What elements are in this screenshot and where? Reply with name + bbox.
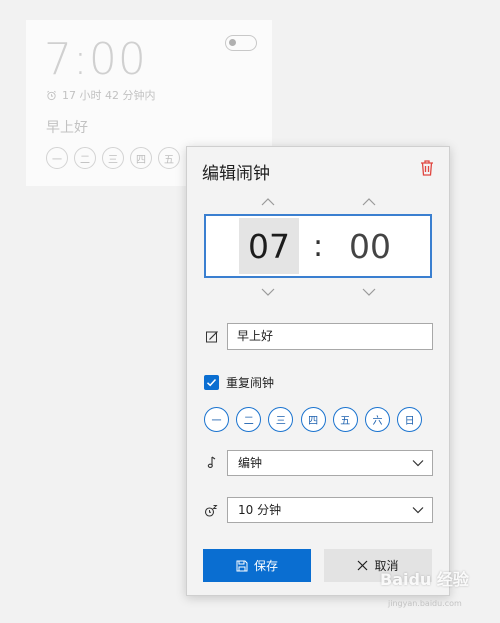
minute-down-arrow-icon[interactable] (361, 287, 377, 297)
time-picker[interactable]: 07 : 00 (204, 214, 432, 278)
sound-value: 编钟 (238, 456, 263, 470)
day-toggle-sun[interactable]: 日 (397, 407, 423, 432)
repeat-label: 重复闹钟 (226, 376, 275, 390)
watermark-url: jingyan.baidu.com (388, 599, 462, 608)
hour-down-arrow-icon[interactable] (260, 287, 276, 297)
chevron-down-icon (412, 507, 424, 514)
checkmark-icon (206, 378, 217, 387)
day-badge: 一 (46, 147, 68, 169)
alarm-toggle[interactable] (225, 35, 257, 51)
alarm-time: 7:00 (44, 34, 147, 85)
alarm-name-input[interactable]: 早上好 (227, 323, 433, 350)
edit-alarm-panel: 编辑闹钟 07 : 00 早上好 重复闹钟 一 二 三 四 五 六 日 编钟 1… (186, 146, 450, 596)
close-icon (358, 560, 368, 571)
countdown-text: 17 小时 42 分钟内 (62, 89, 156, 102)
delete-icon[interactable] (419, 159, 435, 177)
alarm-name: 早上好 (46, 120, 88, 136)
snooze-icon (204, 505, 218, 517)
day-badge: 二 (74, 147, 96, 169)
snooze-select[interactable]: 10 分钟 (227, 497, 433, 523)
time-separator: : (313, 228, 324, 264)
save-icon (236, 560, 248, 571)
alarm-clock-icon (47, 90, 56, 100)
save-button[interactable]: 保存 (203, 549, 311, 582)
day-badge: 五 (158, 147, 180, 169)
chevron-down-icon (412, 460, 424, 467)
watermark-logo: Baidu 经验 (380, 570, 469, 589)
save-label: 保存 (253, 559, 278, 573)
alarm-days: 一 二 三 四 五 (46, 147, 180, 169)
edit-icon (206, 331, 218, 343)
day-toggle-mon[interactable]: 一 (204, 407, 229, 432)
music-note-icon (207, 456, 216, 468)
minute-spinner[interactable]: 00 (338, 218, 402, 274)
hour-up-arrow-icon[interactable] (260, 197, 276, 207)
repeat-checkbox[interactable] (204, 375, 219, 390)
day-badge: 四 (130, 147, 152, 169)
snooze-value: 10 分钟 (238, 503, 282, 517)
panel-title: 编辑闹钟 (202, 164, 270, 184)
day-toggle-thu[interactable]: 四 (300, 407, 326, 432)
day-toggle-tue[interactable]: 二 (236, 407, 262, 432)
day-toggle-fri[interactable]: 五 (332, 407, 358, 432)
hour-spinner[interactable]: 07 (239, 218, 299, 274)
sound-select[interactable]: 编钟 (227, 450, 433, 476)
minute-up-arrow-icon[interactable] (361, 197, 377, 207)
day-toggle-wed[interactable]: 三 (268, 407, 294, 432)
repeat-days: 一 二 三 四 五 六 日 (204, 407, 423, 432)
day-toggle-sat[interactable]: 六 (364, 407, 390, 432)
day-badge: 三 (102, 147, 124, 169)
alarm-countdown: 17 小时 42 分钟内 (46, 87, 155, 103)
